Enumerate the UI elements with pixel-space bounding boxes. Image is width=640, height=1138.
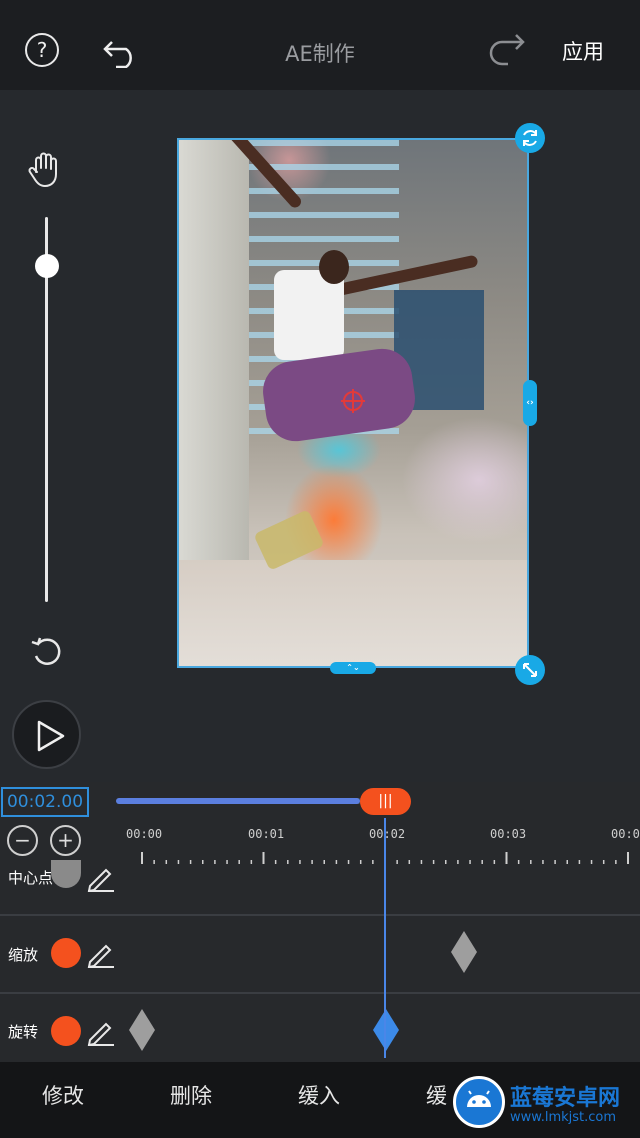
watermark-url: www.lmkjst.com xyxy=(510,1110,617,1125)
photo-wall xyxy=(179,140,249,560)
reset-icon[interactable] xyxy=(28,632,66,670)
edit-icon[interactable] xyxy=(86,938,116,968)
hand-icon[interactable] xyxy=(28,150,64,190)
plus-icon: + xyxy=(57,828,74,852)
redo-icon xyxy=(489,34,525,66)
apply-button[interactable]: 应用 xyxy=(562,36,604,66)
side-resize-handle[interactable]: ‹› xyxy=(523,380,537,426)
play-button[interactable] xyxy=(12,700,81,769)
track-keyframe-toggle[interactable] xyxy=(51,938,81,968)
scale-handle[interactable] xyxy=(515,655,545,685)
ruler-label: 00:04 xyxy=(611,827,640,841)
modify-button[interactable]: 修改 xyxy=(42,1080,84,1110)
android-icon xyxy=(467,1090,491,1107)
track-keyframe-toggle[interactable] xyxy=(51,1016,81,1046)
undo-button[interactable] xyxy=(102,32,142,69)
help-button[interactable]: ? xyxy=(25,33,59,67)
keyframe-diamond-active[interactable] xyxy=(373,1009,399,1051)
bottom-resize-handle[interactable]: ⌃⌄ xyxy=(330,662,376,674)
track-label: 中心点 xyxy=(8,869,54,887)
track-row-scale: 缩放 xyxy=(0,914,640,992)
minus-icon: − xyxy=(14,828,31,852)
redo-button[interactable] xyxy=(486,32,526,68)
ruler-label: 00:03 xyxy=(490,827,527,841)
edit-icon[interactable] xyxy=(86,862,116,892)
watermark-logo xyxy=(453,1076,505,1128)
track-label: 旋转 xyxy=(8,1023,39,1041)
timeline-zoom-in-button[interactable]: + xyxy=(50,825,81,856)
delete-button[interactable]: 删除 xyxy=(170,1080,212,1110)
photo-ground xyxy=(179,560,527,666)
zoom-slider-thumb[interactable] xyxy=(35,254,59,278)
progress-thumb[interactable]: ||| xyxy=(360,788,411,815)
keyframe-diamond[interactable] xyxy=(129,1009,155,1051)
bottom-handle-glyph: ⌃⌄ xyxy=(346,663,360,672)
edit-icon[interactable] xyxy=(86,1016,116,1046)
ruler-label: 00:00 xyxy=(126,827,163,841)
help-icon: ? xyxy=(36,38,48,62)
anchor-point-marker[interactable] xyxy=(341,389,365,413)
page-title: AE制作 xyxy=(285,42,355,66)
keyframe-diamond[interactable] xyxy=(451,931,477,973)
track-row-anchor: 中心点 xyxy=(0,860,640,914)
ruler-label: 00:01 xyxy=(248,827,285,841)
track-keyframe-toggle[interactable] xyxy=(51,860,81,888)
progress-fill xyxy=(116,798,360,804)
resize-icon xyxy=(523,663,537,677)
ease-out-button[interactable]: 缓 xyxy=(426,1080,447,1110)
track-label: 缩放 xyxy=(8,946,39,964)
play-icon xyxy=(37,720,65,752)
undo-icon xyxy=(103,41,132,69)
playhead[interactable] xyxy=(384,818,386,1058)
rotate-icon xyxy=(523,130,537,146)
side-handle-glyph: ‹› xyxy=(526,398,534,408)
timeline-zoom-out-button[interactable]: − xyxy=(7,825,38,856)
watermark-title: 蓝莓安卓网 xyxy=(510,1086,621,1111)
ease-in-button[interactable]: 缓入 xyxy=(298,1080,340,1110)
current-time[interactable]: 00:02.00 xyxy=(1,787,89,817)
track-row-rotate: 旋转 xyxy=(0,992,640,1062)
photo-figure-head xyxy=(319,250,349,284)
rotate-handle[interactable] xyxy=(515,123,545,153)
ruler-label: 00:02 xyxy=(369,827,406,841)
